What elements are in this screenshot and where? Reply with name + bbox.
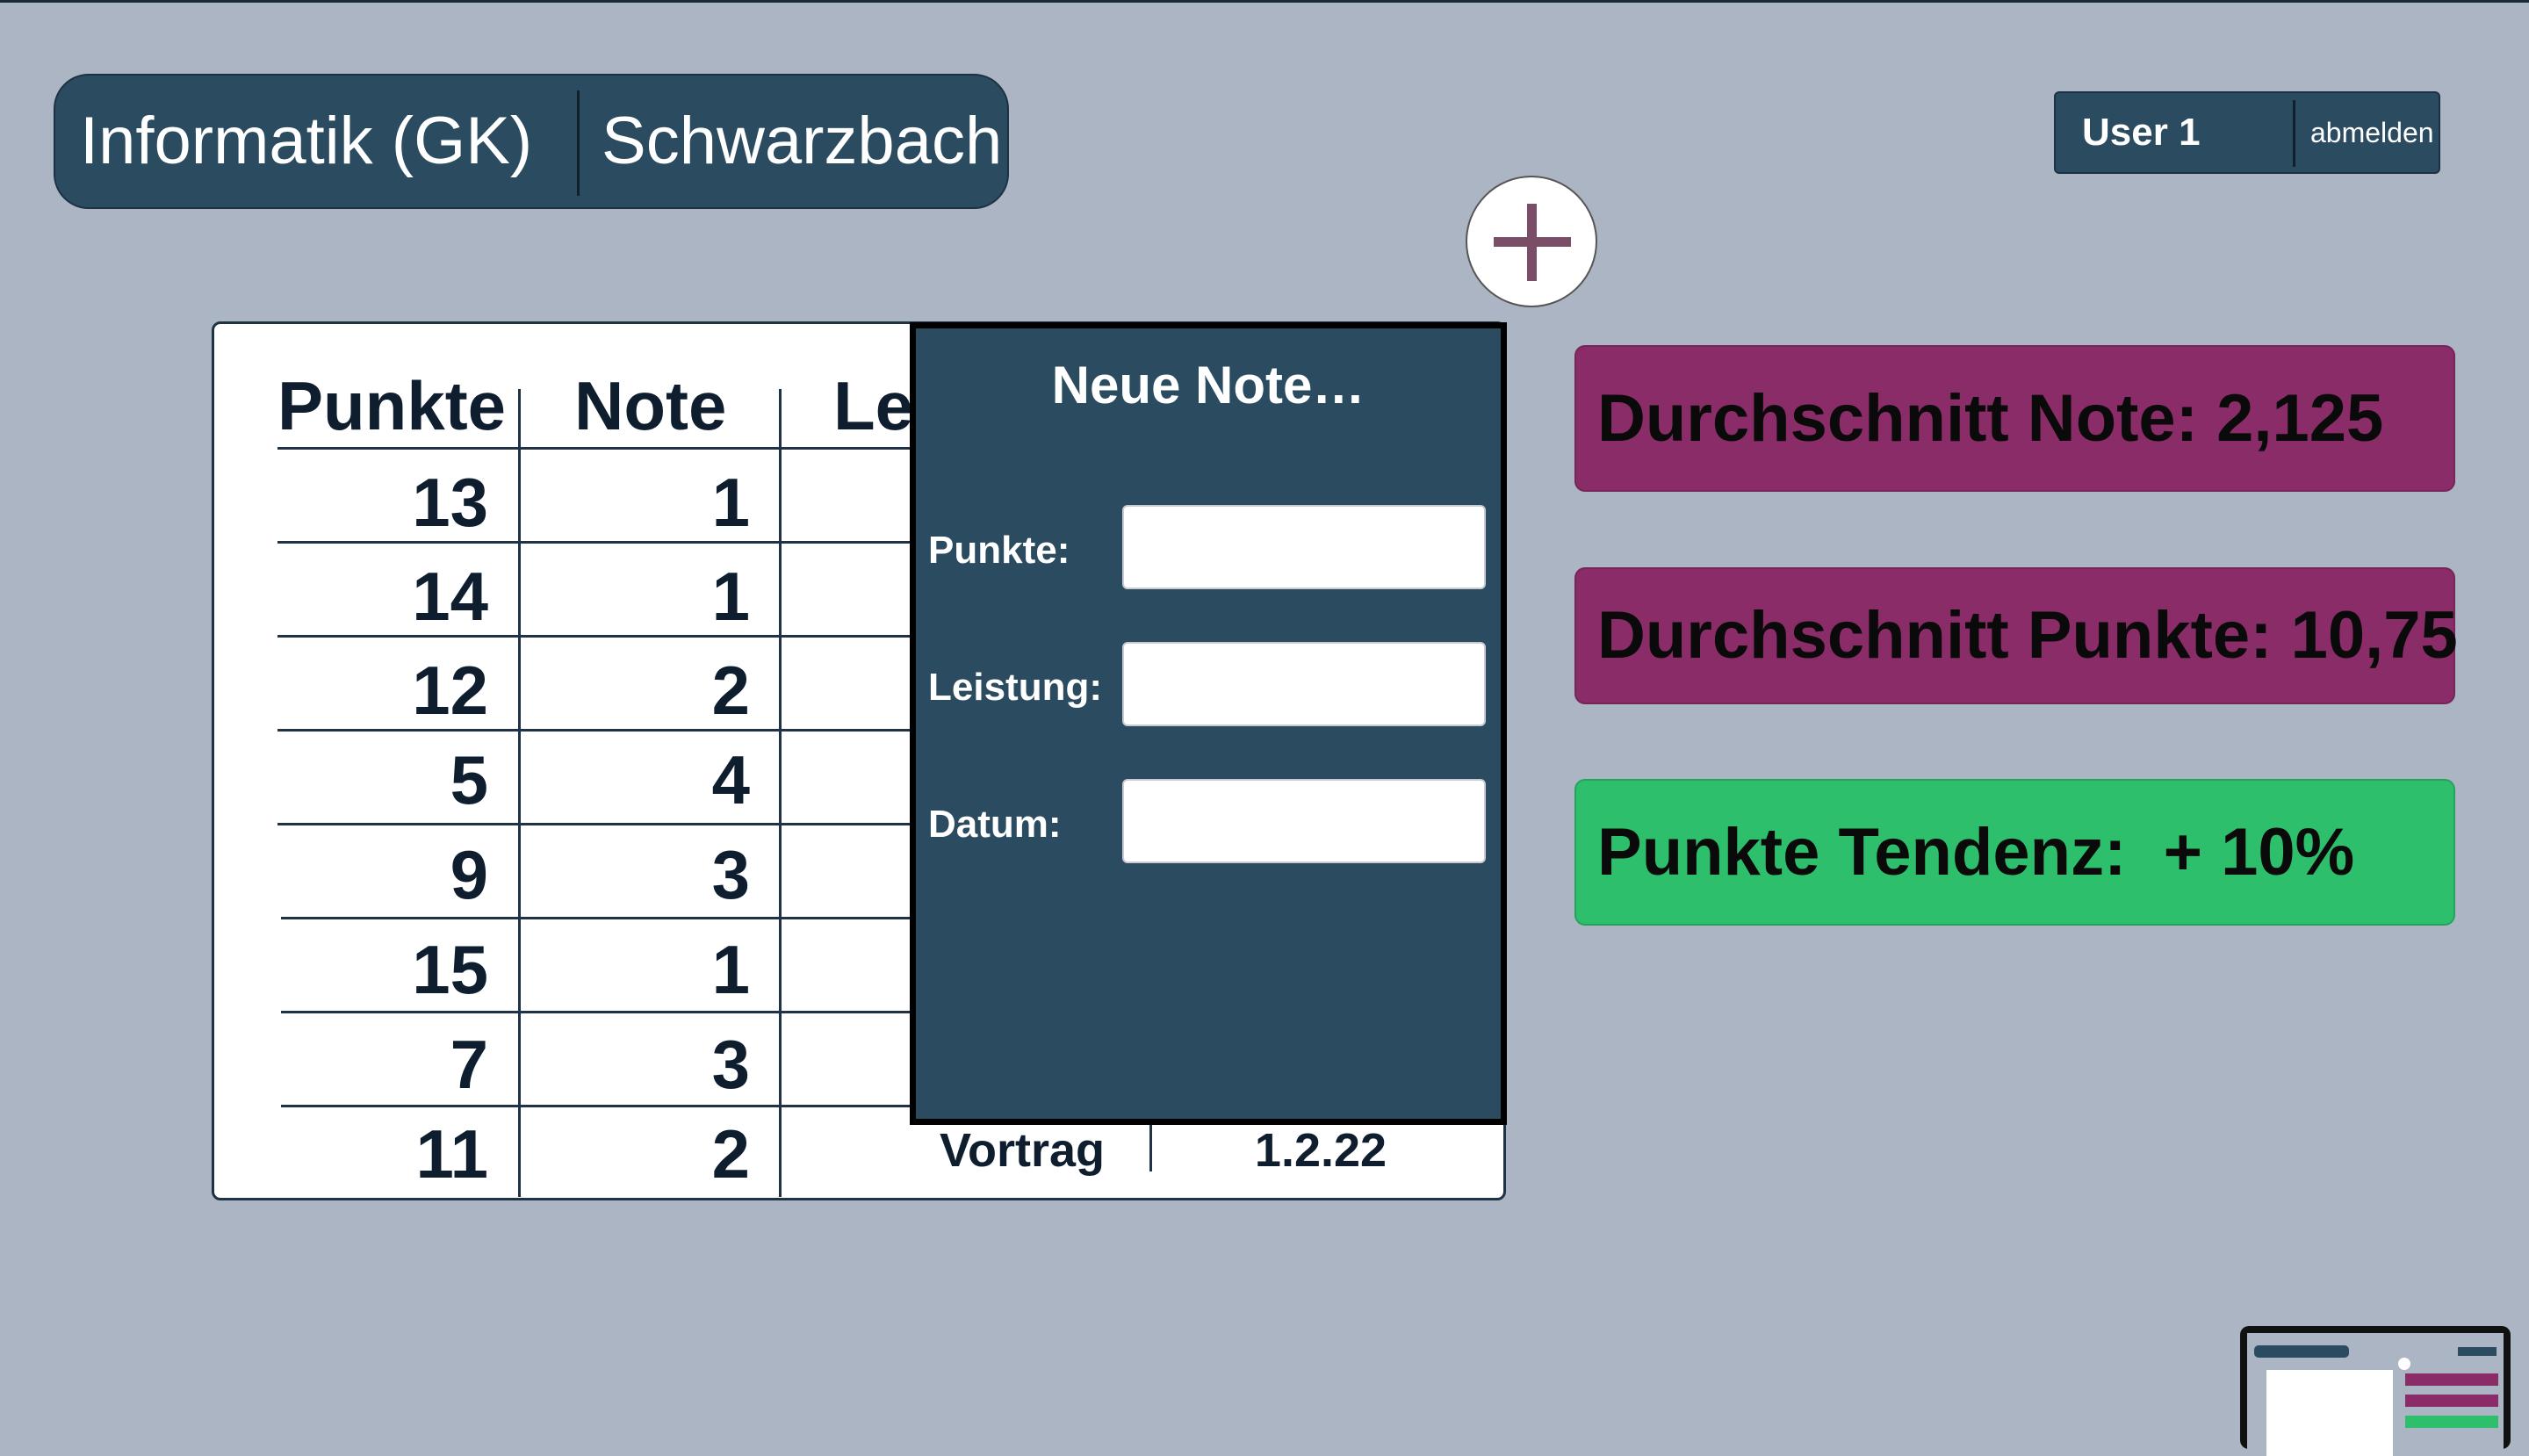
points-trend-text: Punkte Tendenz: + 10% (1597, 815, 2355, 890)
cell-punkte: 5 (450, 741, 488, 818)
thumbnail-card (2405, 1373, 2498, 1386)
cell-note: 1 (711, 931, 750, 1008)
cell-leistung: Vortrag (939, 1124, 1106, 1177)
thumbnail-card (2405, 1395, 2498, 1407)
datum-label: Datum: (928, 803, 1062, 846)
user-name: User 1 (2082, 111, 2201, 154)
average-points-text: Durchschnitt Punkte: 10,75 (1597, 598, 2458, 673)
teacher-name[interactable]: Schwarzbach (602, 76, 1002, 207)
plus-icon (1494, 204, 1571, 281)
column-divider (518, 389, 521, 1197)
punkte-label: Punkte: (928, 529, 1070, 572)
dialog-title: Neue Note… (1051, 356, 1365, 414)
course-name[interactable]: Informatik (GK) (80, 76, 532, 207)
thumbnail-table (2266, 1370, 2393, 1456)
datum-input[interactable] (1122, 779, 1486, 863)
cell-note: 2 (711, 652, 750, 729)
cell-note: 4 (711, 741, 750, 818)
cell-note: 3 (711, 1026, 750, 1103)
thumbnail-header (2254, 1345, 2349, 1358)
average-grade-text: Durchschnitt Note: 2,125 (1597, 381, 2384, 456)
thumbnail-plus (2398, 1358, 2410, 1370)
add-grade-button[interactable] (1466, 176, 1597, 307)
logout-button[interactable]: abmelden (2310, 93, 2434, 172)
cell-punkte: 14 (412, 558, 488, 635)
thumbnail-screen (2247, 1333, 2504, 1456)
leistung-label: Leistung: (928, 666, 1102, 709)
row-divider (277, 447, 980, 450)
user-panel: User 1 abmelden (2054, 91, 2440, 174)
cell-note: 1 (711, 464, 750, 541)
thumbnail-card (2405, 1416, 2498, 1428)
cell-punkte: 7 (450, 1026, 488, 1103)
header-divider (577, 90, 580, 196)
cell-datum: 1.2.22 (1254, 1124, 1387, 1177)
row-divider (281, 1105, 984, 1107)
row-divider (281, 917, 984, 919)
header-leistung: Le (833, 367, 914, 444)
cell-punkte: 13 (412, 464, 488, 541)
thumbnail-user (2458, 1347, 2497, 1356)
cell-note: 3 (711, 836, 750, 913)
column-divider (1149, 1119, 1152, 1171)
app-thumbnail[interactable] (2240, 1326, 2511, 1456)
row-divider (277, 823, 980, 825)
user-divider (2293, 100, 2295, 167)
new-grade-dialog: Neue Note… Punkte: Leistung: Datum: (910, 322, 1507, 1125)
average-points-card: Durchschnitt Punkte: 10,75 (1574, 567, 2458, 704)
leistung-input[interactable] (1122, 642, 1486, 726)
row-divider (281, 1011, 984, 1013)
cell-punkte: 12 (412, 652, 488, 729)
course-header[interactable]: Informatik (GK) Schwarzbach (54, 74, 1009, 209)
cell-punkte: 15 (412, 931, 488, 1008)
cell-punkte: 9 (450, 836, 488, 913)
header-punkte: Punkte (277, 367, 507, 444)
header-note: Note (574, 367, 727, 444)
column-divider (779, 389, 782, 1197)
average-grade-card: Durchschnitt Note: 2,125 (1574, 345, 2455, 492)
punkte-input[interactable] (1122, 505, 1486, 589)
cell-note: 1 (711, 558, 750, 635)
cell-note: 2 (711, 1115, 750, 1193)
cell-punkte: 11 (415, 1115, 488, 1193)
top-border (0, 0, 2529, 3)
points-trend-card: Punkte Tendenz: + 10% (1574, 779, 2455, 926)
